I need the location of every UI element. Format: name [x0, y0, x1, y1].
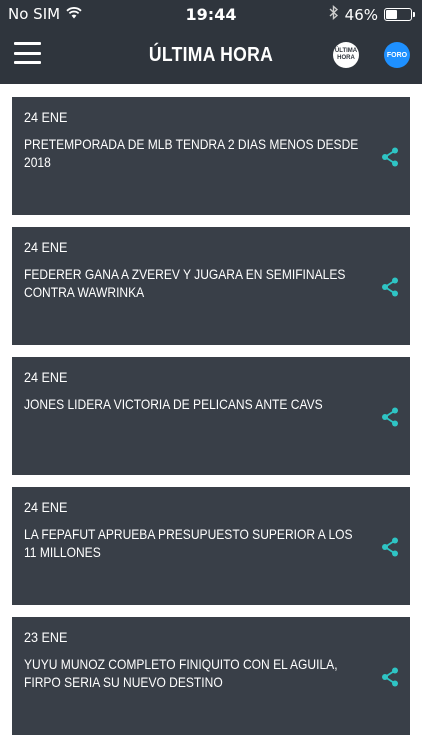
- status-bar: No SIM 19:44 46%: [0, 0, 422, 28]
- news-headline: FEDERER GANA A ZVEREV Y JUGARA EN SEMIFI…: [24, 266, 346, 300]
- news-card[interactable]: 24 ENE PRETEMPORADA DE MLB TENDRA 2 DIAS …: [12, 97, 410, 215]
- news-card[interactable]: 23 ENE YUYU MUNOZ COMPLETO FINIQUITO CON …: [12, 617, 410, 735]
- share-icon[interactable]: [380, 537, 400, 557]
- news-headline: JONES LIDERA VICTORIA DE PELICANS ANTE C…: [24, 396, 323, 412]
- share-icon[interactable]: [380, 147, 400, 167]
- news-date: 23 ENE: [24, 629, 68, 645]
- foro-logo[interactable]: FORO: [384, 42, 410, 68]
- battery-icon: [384, 8, 415, 21]
- ultima-hora-logo[interactable]: ÚLTIMA HORA: [333, 42, 359, 68]
- news-date: 24 ENE: [24, 369, 68, 385]
- news-date: 24 ENE: [24, 499, 68, 515]
- status-right: 46%: [329, 4, 415, 24]
- logo-ultima-line2: HORA: [337, 55, 355, 61]
- news-headline: PRETEMPORADA DE MLB TENDRA 2 DIAS MENOS …: [24, 136, 359, 170]
- logo-ultima-line1: ÚLTIMA: [334, 48, 358, 54]
- news-date: 24 ENE: [24, 239, 68, 255]
- share-icon[interactable]: [380, 407, 400, 427]
- news-card[interactable]: 24 ENE FEDERER GANA A ZVEREV Y JUGARA EN …: [12, 227, 410, 345]
- battery-percent: 46%: [344, 5, 378, 24]
- news-headline: YUYU MUNOZ COMPLETO FINIQUITO CON EL AGU…: [24, 656, 338, 690]
- hamburger-menu-icon[interactable]: [14, 42, 41, 64]
- battery-level: [386, 10, 398, 19]
- share-icon[interactable]: [380, 667, 400, 687]
- share-icon[interactable]: [380, 277, 400, 297]
- bluetooth-icon: [329, 4, 339, 24]
- news-date: 24 ENE: [24, 109, 68, 125]
- app-header: ÚLTIMA HORA ÚLTIMA HORA FORO: [0, 28, 422, 84]
- news-card[interactable]: 24 ENE JONES LIDERA VICTORIA DE PELICANS …: [12, 357, 410, 475]
- news-headline: LA FEPAFUT APRUEBA PRESUPUESTO SUPERIOR …: [24, 526, 353, 560]
- news-card[interactable]: 24 ENE LA FEPAFUT APRUEBA PRESUPUESTO SUP…: [12, 487, 410, 605]
